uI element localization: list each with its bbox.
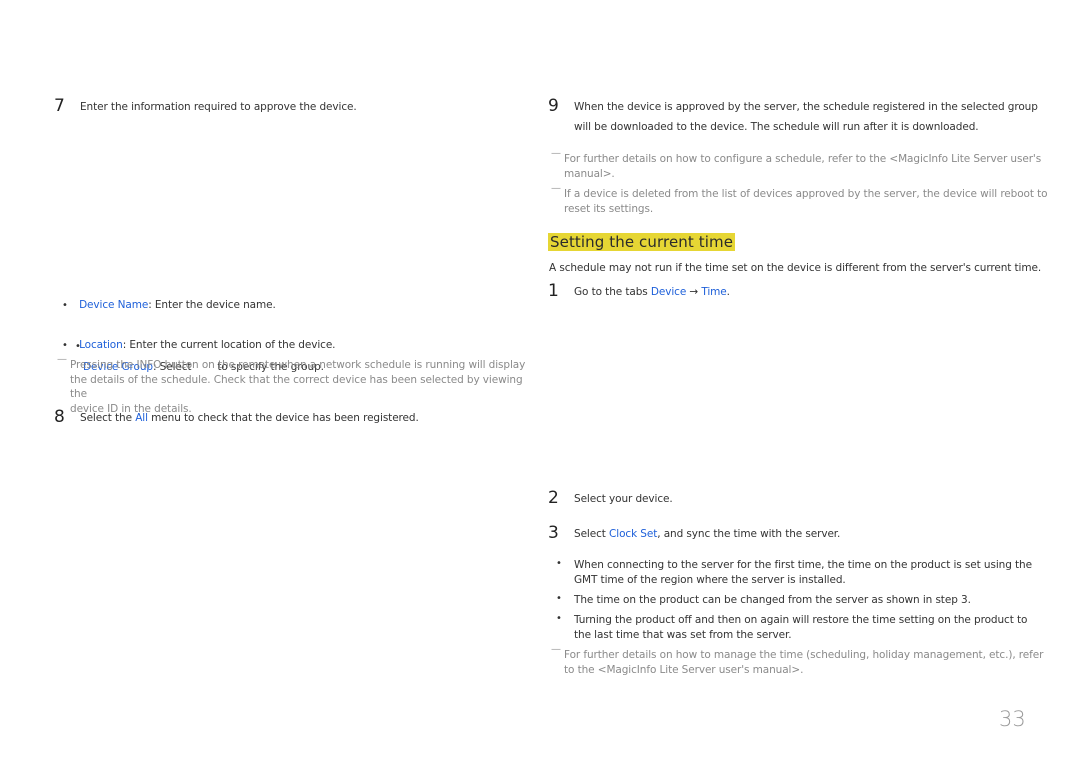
bullet-icon: • — [556, 558, 562, 569]
menu-all-link: All — [135, 412, 148, 424]
bullet-icon: • — [62, 300, 68, 311]
step-number: 3 — [548, 523, 559, 543]
note-dash-icon: — — [551, 148, 561, 159]
intro-text: A schedule may not run if the time set o… — [549, 262, 1042, 274]
text: , and sync the time with the server. — [657, 528, 841, 540]
field-label-location: Location — [79, 339, 123, 351]
bullet-icon: • — [62, 340, 68, 351]
note-line: Pressing the INFO button on the remote w… — [70, 359, 526, 371]
list-item: • Location: Enter the current location o… — [62, 335, 336, 356]
field-label-device-name: Device Name — [79, 299, 149, 311]
bullet-icon: • — [556, 593, 562, 604]
page-number: 33 — [999, 707, 1026, 731]
tab-time-link: Time — [701, 286, 727, 298]
text: menu to check that the device has been r… — [147, 412, 419, 424]
bullet-text: When connecting to the server for the fi… — [574, 558, 1032, 587]
note-line: manual>. — [564, 167, 615, 180]
text: Go to the tabs — [574, 286, 651, 298]
field-description: : Enter the device name. — [148, 299, 276, 311]
text-line: will be downloaded to the device. The sc… — [574, 121, 979, 133]
text-line: The time on the product can be changed f… — [574, 594, 971, 606]
step-text: Enter the information required to approv… — [80, 101, 357, 113]
text-line: When connecting to the server for the fi… — [574, 559, 1032, 571]
step-number: 7 — [54, 96, 65, 116]
text: Select the — [80, 412, 136, 424]
step-text: Select the All menu to check that the de… — [80, 408, 419, 428]
note-line: the details of the schedule. Check that … — [70, 373, 523, 401]
step-number: 1 — [548, 281, 559, 301]
step-number: 9 — [548, 96, 559, 116]
note-text: For further details on how to manage the… — [564, 648, 1043, 677]
note-line: reset its settings. — [564, 202, 654, 215]
list-item: • Device Name: Enter the device name. — [62, 295, 276, 316]
step-text: When the device is approved by the serve… — [574, 97, 1038, 137]
step-text: Select Clock Set, and sync the time with… — [574, 524, 840, 544]
note-line: For further details on how to configure … — [564, 153, 1042, 165]
text: Select — [574, 528, 610, 540]
note-dash-icon: — — [57, 354, 67, 365]
step-text: Go to the tabs Device → Time. — [574, 282, 730, 302]
step-number: 2 — [548, 488, 559, 508]
note-line: to the <MagicInfo Lite Server user's man… — [564, 663, 804, 676]
section-heading: Setting the current time — [548, 233, 736, 251]
note-line: If a device is deleted from the list of … — [564, 188, 1048, 200]
clock-set-link: Clock Set — [609, 528, 658, 540]
text-line: Turning the product off and then on agai… — [574, 614, 1028, 626]
note-text: For further details on how to configure … — [564, 152, 1041, 181]
field-description: : Enter the current location of the devi… — [122, 339, 336, 351]
note-line: For further details on how to manage the… — [564, 649, 1044, 661]
arrow-right-icon: → — [686, 286, 702, 298]
note-text: If a device is deleted from the list of … — [564, 187, 1048, 216]
note-dash-icon: — — [551, 644, 561, 655]
bullet-text: Turning the product off and then on agai… — [574, 613, 1027, 642]
bullet-icon: • — [556, 613, 562, 624]
note-dash-icon: — — [551, 183, 561, 194]
step-text: Select your device. — [574, 493, 673, 505]
bullet-text: The time on the product can be changed f… — [574, 593, 971, 608]
step-number: 8 — [54, 407, 65, 427]
text-line: GMT time of the region where the server … — [574, 573, 846, 586]
text-line: the last time that was set from the serv… — [574, 628, 792, 641]
text-line: When the device is approved by the serve… — [574, 101, 1038, 113]
tab-device-link: Device — [650, 286, 687, 298]
text: . — [726, 286, 730, 298]
